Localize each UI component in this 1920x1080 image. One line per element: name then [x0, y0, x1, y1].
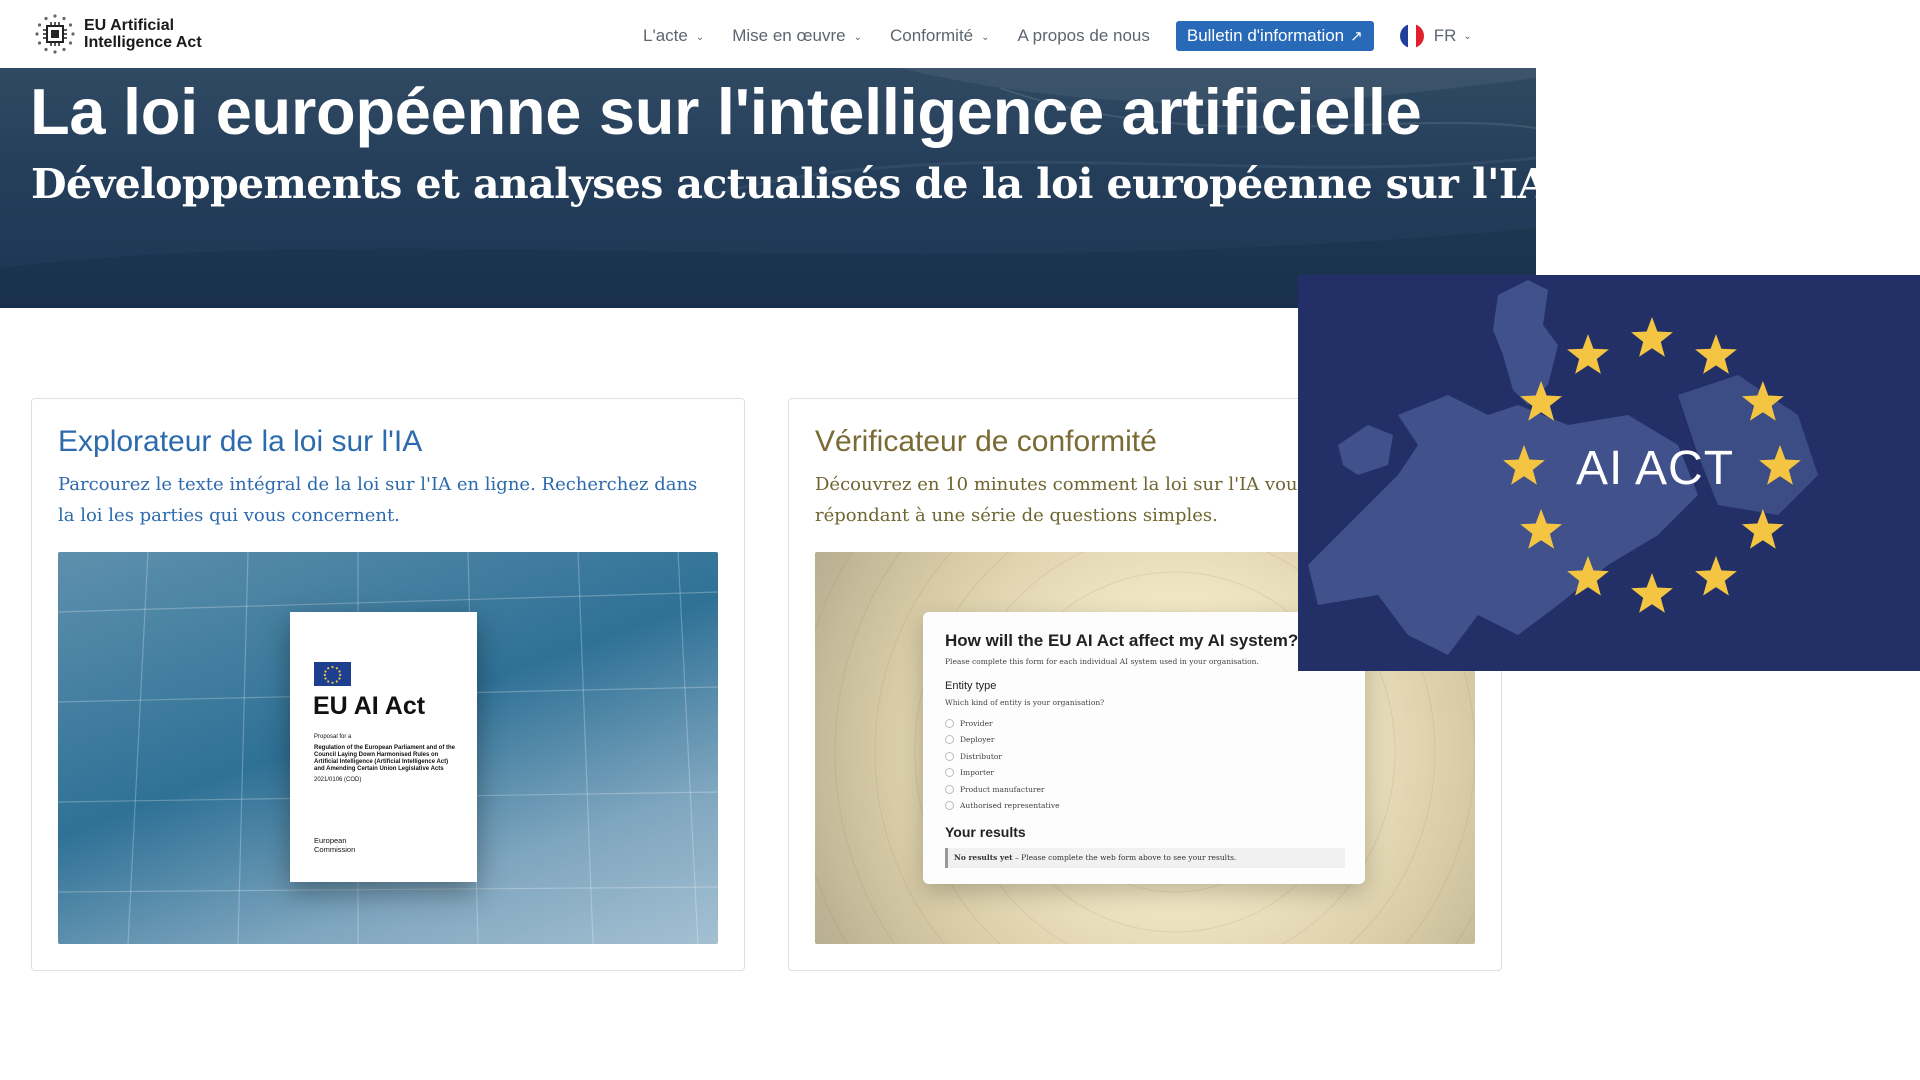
nav-item-label: A propos de nous [1017, 26, 1150, 45]
results-box: No results yet – Please complete the web… [945, 848, 1345, 868]
star-icon [1741, 509, 1784, 549]
document-body: Proposal for a Regulation of the Europea… [314, 734, 459, 773]
site-logo[interactable]: EU Artificial Intelligence Act [34, 13, 202, 55]
hero-title: La loi européenne sur l'intelligence art… [30, 75, 1422, 148]
nav-item-compliance[interactable]: Conformité ⌄ [890, 26, 990, 46]
document-regulation-text: Regulation of the European Parliament an… [314, 745, 456, 772]
nav-item-about[interactable]: A propos de nous [1018, 26, 1150, 46]
option-importer: Importer [945, 765, 1060, 782]
option-label: Authorised representative [960, 801, 1060, 811]
option-label: Importer [960, 768, 995, 778]
radio-button [945, 784, 954, 794]
star-icon [1520, 381, 1563, 421]
document-title: EU AI Act [313, 692, 426, 720]
nav-item-label: Mise en œuvre [732, 26, 846, 45]
form-hint: Please complete this form for each indiv… [945, 657, 1259, 666]
radio-button [945, 718, 954, 728]
ai-act-overlay-image: AI ACT [1298, 275, 1920, 671]
option-label: Deployer [960, 735, 995, 745]
entity-type-question: Which kind of entity is your organisatio… [945, 698, 1105, 707]
nav-item-act[interactable]: L'acte ⌄ [643, 26, 704, 46]
chevron-down-icon: ⌄ [853, 31, 862, 43]
star-icon [1741, 381, 1784, 421]
chevron-down-icon: ⌄ [695, 31, 705, 43]
star-icon [1520, 509, 1563, 549]
language-selector[interactable]: FR ⌄ [1399, 24, 1472, 48]
document-footer: European Commission [314, 836, 355, 854]
card-image-document[interactable]: EU AI Act Proposal for a Regulation of t… [58, 552, 718, 944]
main-nav: L'acte ⌄ Mise en œuvre ⌄ Conformité ⌄ A … [643, 21, 1472, 51]
results-status: No results yet [954, 853, 1013, 862]
star-icon [1631, 573, 1673, 613]
france-flag-icon [1399, 24, 1424, 48]
nav-item-label: Conformité [890, 26, 974, 45]
chevron-down-icon: ⌄ [1463, 30, 1472, 42]
eu-flag-icon [314, 662, 351, 686]
logo-line-2: Intelligence Act [84, 34, 202, 51]
radio-button [945, 801, 954, 811]
option-distributor: Distributor [945, 748, 1060, 765]
document-number: 2021/0106 (COD) [314, 777, 362, 783]
results-title: Your results [945, 824, 1026, 840]
newsletter-label: Bulletin d'information [1186, 26, 1345, 45]
option-deployer: Deployer [945, 732, 1060, 749]
option-label: Distributor [960, 751, 1003, 761]
star-icon [1695, 334, 1737, 374]
entity-type-options: Provider Deployer Distributor Importer P… [945, 715, 1060, 814]
hero-subtitle: Développements et analyses actualisés de… [31, 160, 1536, 208]
star-icon [1695, 555, 1737, 596]
language-code: FR [1433, 26, 1457, 45]
star-icon [1759, 445, 1801, 485]
external-arrow-icon: ↗ [1350, 28, 1363, 45]
document-proposal-label: Proposal for a [314, 734, 352, 740]
radio-button [945, 768, 954, 778]
card-description: Parcourez le texte intégral de la loi su… [58, 474, 698, 526]
results-message: – Please complete the web form above to … [1012, 853, 1237, 862]
logo-text: EU Artificial Intelligence Act [84, 17, 202, 51]
card-title[interactable]: Vérificateur de conformité [815, 425, 1157, 459]
star-icon [1503, 445, 1545, 485]
entity-type-label: Entity type [945, 680, 997, 692]
document-footer-line-1: European [314, 836, 347, 845]
nav-item-implementation[interactable]: Mise en œuvre ⌄ [732, 26, 862, 46]
chevron-down-icon: ⌄ [981, 31, 990, 43]
form-title: How will the EU AI Act affect my AI syst… [945, 631, 1299, 650]
ai-act-label: AI ACT [1576, 442, 1735, 495]
card-title[interactable]: Explorateur de la loi sur l'IA [58, 425, 422, 459]
option-label: Provider [960, 718, 993, 728]
option-label: Product manufacturer [960, 784, 1045, 794]
newsletter-button[interactable]: Bulletin d'information ↗ [1175, 21, 1374, 51]
card-ai-act-explorer[interactable]: Explorateur de la loi sur l'IA Parcourez… [31, 398, 745, 971]
document-footer-line-2: Commission [314, 845, 356, 854]
chip-logo-icon [34, 13, 76, 55]
option-authorised-representative: Authorised representative [945, 798, 1060, 815]
star-icon [1567, 334, 1609, 374]
site-header: EU Artificial Intelligence Act L'acte ⌄ … [0, 0, 1536, 68]
radio-button [945, 751, 954, 761]
option-product-manufacturer: Product manufacturer [945, 781, 1060, 798]
star-icon [1631, 317, 1673, 357]
logo-line-1: EU Artificial [84, 17, 175, 34]
star-icon [1567, 555, 1609, 596]
radio-button [945, 735, 954, 745]
option-provider: Provider [945, 715, 1060, 732]
hero-banner: La loi européenne sur l'intelligence art… [0, 68, 1536, 308]
nav-item-label: L'acte [643, 26, 688, 45]
eu-ai-act-document: EU AI Act Proposal for a Regulation of t… [290, 612, 477, 882]
